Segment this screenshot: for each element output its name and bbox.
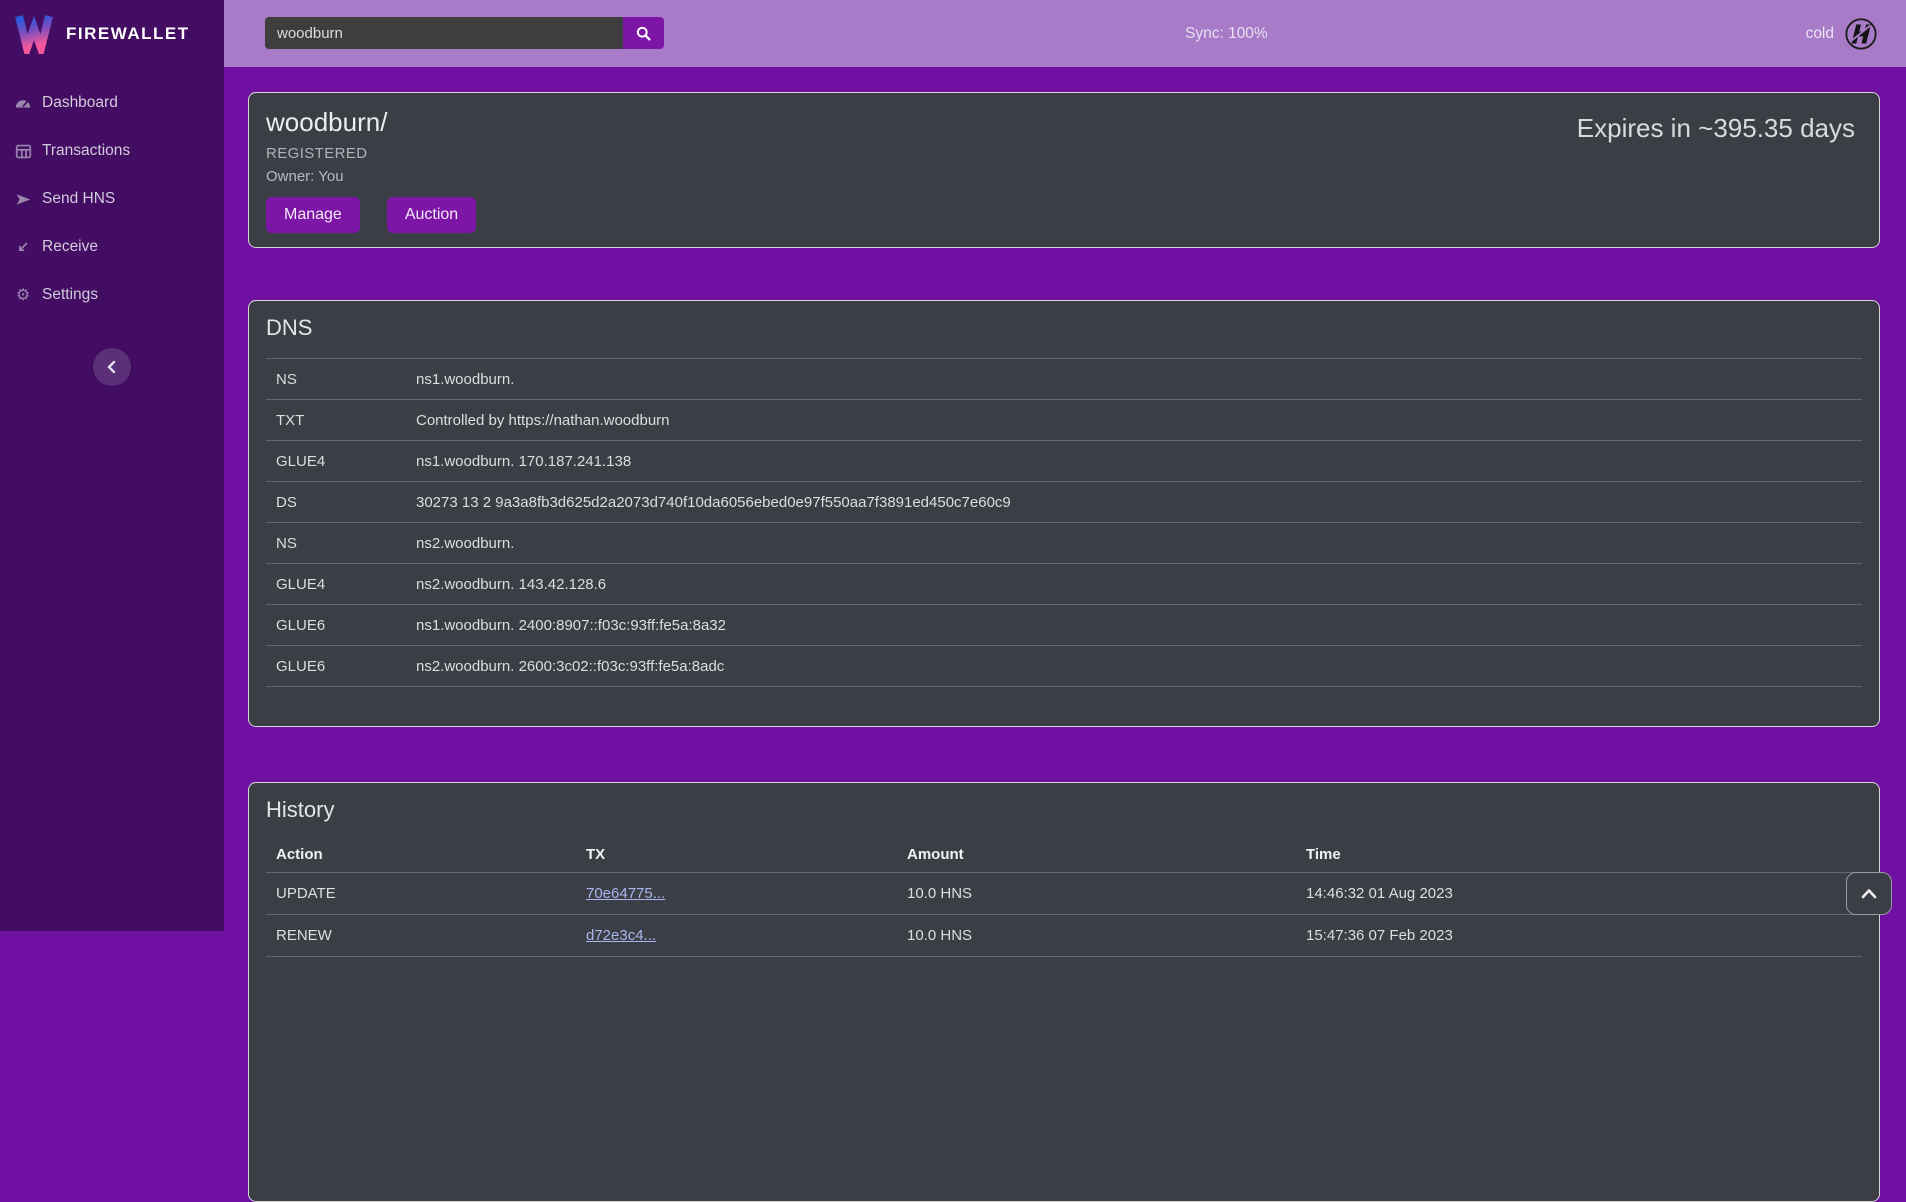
dns-record-value: Controlled by https://nathan.woodburn xyxy=(416,412,670,429)
col-header-action: Action xyxy=(276,846,586,863)
tx-link[interactable]: 70e64775... xyxy=(586,885,665,902)
settings-icon: ⚙ xyxy=(14,286,32,304)
dns-title: DNS xyxy=(266,315,1862,341)
brand: FIREWALLET xyxy=(0,0,224,67)
dns-table: NS ns1.woodburn. TXT Controlled by https… xyxy=(266,358,1862,687)
history-title: History xyxy=(266,797,1862,823)
transactions-icon xyxy=(14,142,32,160)
sidebar-item-label: Transactions xyxy=(42,142,130,160)
sidebar-item-transactions[interactable]: Transactions xyxy=(0,127,224,175)
history-table: Action TX Amount Time UPDATE 70e64775...… xyxy=(266,837,1862,957)
sidebar-item-dashboard[interactable]: Dashboard xyxy=(0,79,224,127)
receive-icon xyxy=(14,238,32,256)
app-title: FIREWALLET xyxy=(66,24,190,44)
history-action: RENEW xyxy=(276,927,586,944)
send-icon xyxy=(14,190,32,208)
domain-owner: Owner: You xyxy=(266,168,1855,185)
history-time: 14:46:32 01 Aug 2023 xyxy=(1306,885,1862,902)
sidebar-item-label: Receive xyxy=(42,238,98,256)
history-time: 15:47:36 07 Feb 2023 xyxy=(1306,927,1862,944)
topbar: Sync: 100% cold xyxy=(224,0,1906,67)
auction-button[interactable]: Auction xyxy=(387,197,476,233)
dns-record-row: TXT Controlled by https://nathan.woodbur… xyxy=(266,400,1862,441)
search-input[interactable] xyxy=(265,17,623,49)
sidebar: FIREWALLET Dashboard Transactions Send H… xyxy=(0,0,224,931)
dns-card: DNS NS ns1.woodburn. TXT Controlled by h… xyxy=(248,300,1880,727)
dns-record-value: ns2.woodburn. xyxy=(416,535,514,552)
col-header-tx: TX xyxy=(586,846,907,863)
history-header-row: Action TX Amount Time xyxy=(266,837,1862,873)
dns-record-value: ns2.woodburn. 143.42.128.6 xyxy=(416,576,606,593)
dns-record-type: NS xyxy=(276,535,416,552)
domain-status: REGISTERED xyxy=(266,145,1855,162)
search-button[interactable] xyxy=(623,17,664,49)
sync-status: Sync: 100% xyxy=(1185,0,1268,67)
sidebar-collapse-button[interactable] xyxy=(93,348,131,386)
dns-record-row: GLUE4 ns1.woodburn. 170.187.241.138 xyxy=(266,441,1862,482)
sidebar-nav: Dashboard Transactions Send HNS Receive … xyxy=(0,79,224,319)
dns-record-row: GLUE6 ns2.woodburn. 2600:3c02::f03c:93ff… xyxy=(266,646,1862,687)
col-header-amount: Amount xyxy=(907,846,1306,863)
wallet-mode-label: cold xyxy=(1806,25,1834,43)
dns-record-value: ns1.woodburn. xyxy=(416,371,514,388)
history-row: UPDATE 70e64775... 10.0 HNS 14:46:32 01 … xyxy=(266,873,1862,915)
domain-actions: Manage Auction xyxy=(266,197,1855,233)
dns-record-type: TXT xyxy=(276,412,416,429)
col-header-time: Time xyxy=(1306,846,1862,863)
sidebar-item-receive[interactable]: Receive xyxy=(0,223,224,271)
firewallet-logo-icon xyxy=(14,14,54,54)
dns-record-type: NS xyxy=(276,371,416,388)
dns-record-value: 30273 13 2 9a3a8fb3d625d2a2073d740f10da6… xyxy=(416,494,1011,511)
history-action: UPDATE xyxy=(276,885,586,902)
sidebar-item-send-hns[interactable]: Send HNS xyxy=(0,175,224,223)
search-icon xyxy=(635,25,652,42)
sidebar-item-settings[interactable]: ⚙ Settings xyxy=(0,271,224,319)
dns-record-value: ns1.woodburn. 2400:8907::f03c:93ff:fe5a:… xyxy=(416,617,726,634)
dns-record-type: GLUE6 xyxy=(276,658,416,675)
expiry-label: Expires in ~395.35 days xyxy=(1577,113,1855,144)
history-amount: 10.0 HNS xyxy=(907,885,1306,902)
chevron-up-icon xyxy=(1861,888,1877,899)
dns-record-type: DS xyxy=(276,494,416,511)
history-row: RENEW d72e3c4... 10.0 HNS 15:47:36 07 Fe… xyxy=(266,915,1862,957)
handshake-logo-icon xyxy=(1844,17,1878,51)
dns-record-row: GLUE6 ns1.woodburn. 2400:8907::f03c:93ff… xyxy=(266,605,1862,646)
history-amount: 10.0 HNS xyxy=(907,927,1306,944)
dns-record-value: ns1.woodburn. 170.187.241.138 xyxy=(416,453,631,470)
scroll-to-top-button[interactable] xyxy=(1846,872,1892,915)
dns-record-row: NS ns1.woodburn. xyxy=(266,359,1862,400)
wallet-badge: cold xyxy=(1806,0,1878,67)
dns-record-value: ns2.woodburn. 2600:3c02::f03c:93ff:fe5a:… xyxy=(416,658,724,675)
manage-button[interactable]: Manage xyxy=(266,197,360,233)
dns-record-type: GLUE4 xyxy=(276,453,416,470)
search-bar xyxy=(265,17,664,49)
sidebar-item-label: Send HNS xyxy=(42,190,115,208)
sidebar-item-label: Settings xyxy=(42,286,98,304)
dns-record-type: GLUE4 xyxy=(276,576,416,593)
chevron-left-icon xyxy=(106,360,118,374)
sidebar-item-label: Dashboard xyxy=(42,94,118,112)
dns-record-row: GLUE4 ns2.woodburn. 143.42.128.6 xyxy=(266,564,1862,605)
tx-link[interactable]: d72e3c4... xyxy=(586,927,656,944)
history-card: History Action TX Amount Time UPDATE 70e… xyxy=(248,782,1880,1202)
dashboard-icon xyxy=(14,94,32,112)
dns-record-row: NS ns2.woodburn. xyxy=(266,523,1862,564)
dns-record-row: DS 30273 13 2 9a3a8fb3d625d2a2073d740f10… xyxy=(266,482,1862,523)
dns-record-type: GLUE6 xyxy=(276,617,416,634)
main-content: woodburn/ REGISTERED Owner: You Manage A… xyxy=(224,67,1906,931)
domain-card: woodburn/ REGISTERED Owner: You Manage A… xyxy=(248,92,1880,248)
